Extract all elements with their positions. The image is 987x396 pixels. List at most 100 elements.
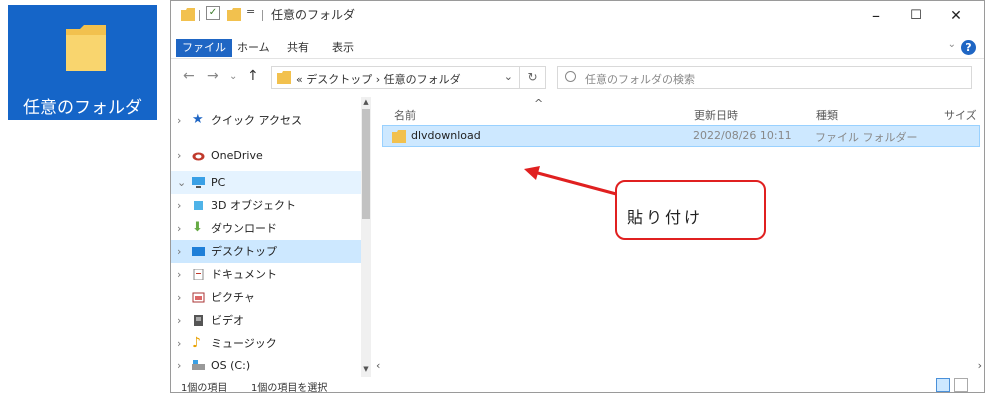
drive-icon [192,360,205,370]
chevron-down-icon[interactable]: ⌄ [177,171,186,194]
up-button[interactable]: ↑ [247,68,259,84]
nav-item-downloads[interactable]: › ⬇ ダウンロード [171,217,361,240]
nav-item-desktop[interactable]: › デスクトップ [171,240,361,263]
chevron-right-icon[interactable]: › [177,217,181,240]
separator [262,10,263,21]
annotation-arrow [524,166,621,197]
address-bar[interactable]: « デスクトップ › 任意のフォルダ ⌄ [271,66,520,89]
nav-item-3d-objects[interactable]: › 3D オブジェクト [171,194,361,217]
nav-item-videos[interactable]: › ビデオ [171,309,361,332]
column-header-name[interactable]: 名前 [394,107,416,123]
recent-locations-icon[interactable]: ⌄ [229,71,237,82]
chevron-right-icon[interactable]: › [177,240,181,263]
video-icon [194,315,203,326]
maximize-button[interactable]: ☐ [901,5,931,27]
music-icon: ♪ [192,335,201,351]
address-path: « デスクトップ › 任意のフォルダ [296,73,461,86]
scroll-left-icon[interactable]: ‹ [376,359,380,372]
back-button[interactable]: ← [183,68,195,84]
new-folder-icon[interactable] [227,8,241,21]
nav-item-label: OS (C:) [211,359,251,372]
nav-item-pc[interactable]: ⌄ PC [171,171,361,194]
quick-access-dropdown-icon[interactable]: = [246,5,255,18]
refresh-button[interactable]: ↻ [520,66,546,89]
pc-icon [192,177,205,188]
chevron-right-icon[interactable]: › [177,354,181,377]
nav-item-onedrive[interactable]: › OneDrive [171,144,361,167]
column-name-label: 名前 [394,109,416,122]
chevron-right-icon[interactable]: › [177,109,181,132]
nav-item-documents[interactable]: › ドキュメント [171,263,361,286]
nav-item-label: ピクチャ [211,291,255,304]
file-date: 2022/08/26 10:11 [693,129,792,142]
chevron-right-icon[interactable]: › [177,194,181,217]
window-title: 任意のフォルダ [271,8,356,22]
folder-icon [66,25,106,71]
3d-objects-icon [194,201,203,210]
close-button[interactable]: ✕ [941,5,971,27]
title-bar: ✓ = 任意のフォルダ – ☐ ✕ [171,1,984,35]
nav-item-label: デスクトップ [211,245,277,258]
scroll-down-icon[interactable]: ▼ [361,365,371,373]
scroll-up-icon[interactable]: ▲ [361,98,371,106]
nav-item-pictures[interactable]: › ピクチャ [171,286,361,309]
tab-home[interactable]: ホーム [231,39,276,57]
documents-icon [193,269,204,280]
nav-item-quick-access[interactable]: › ★ クイック アクセス [171,109,361,132]
nav-item-label: ビデオ [211,314,244,327]
minimize-button[interactable]: – [861,5,891,27]
nav-item-label: クイック アクセス [211,114,302,127]
forward-button[interactable]: → [207,68,219,84]
chevron-right-icon[interactable]: › [177,144,181,167]
nav-item-label: 3D オブジェクト [211,199,296,212]
search-icon [565,71,576,82]
pictures-icon [192,292,205,303]
folder-icon [392,130,406,143]
tab-view[interactable]: 表示 [326,39,360,57]
column-header-size[interactable]: サイズ [944,107,977,123]
nav-item-label: ダウンロード [211,222,277,235]
desktop-icon [192,247,205,256]
address-dropdown-icon[interactable]: ⌄ [504,70,513,83]
navigation-scrollbar[interactable]: ▲ ▼ [361,97,371,377]
search-placeholder: 任意のフォルダの検索 [585,73,695,86]
file-name: dlvdownload [411,129,481,142]
tab-file[interactable]: ファイル [176,39,232,57]
chevron-right-icon[interactable]: › [177,263,181,286]
properties-icon[interactable]: ✓ [206,6,220,20]
status-bar: 1個の項目 1個の項目を選択 [171,377,984,393]
download-icon: ⬇ [192,220,203,235]
list-item[interactable]: dlvdownload 2022/08/26 10:11 ファイル フォルダー [382,125,980,147]
details-view-button[interactable] [936,378,950,392]
nav-item-os-drive[interactable]: › OS (C:) [171,354,361,377]
sort-arrow-icon: ^ [534,97,544,110]
ribbon-tabs: ファイル ホーム 共有 表示 ⌄ ? [171,35,984,59]
nav-item-label: PC [211,176,226,189]
annotation-callout: 貼り付け [615,180,766,240]
large-icons-view-button[interactable] [954,378,968,392]
help-icon[interactable]: ? [961,40,976,55]
star-icon: ★ [192,112,204,127]
scroll-right-icon[interactable]: › [978,359,982,372]
chevron-right-icon[interactable]: › [177,309,181,332]
scrollbar-thumb[interactable] [362,109,370,219]
selected-count: 1個の項目を選択 [251,383,328,393]
chevron-right-icon[interactable]: › [177,332,181,355]
folder-icon [181,8,195,21]
tab-share[interactable]: 共有 [281,39,315,57]
ribbon-expand-icon[interactable]: ⌄ [948,39,956,50]
file-type: ファイル フォルダー [815,131,918,144]
annotation-text: 貼り付け [627,208,704,227]
chevron-right-icon[interactable]: › [177,286,181,309]
desktop-folder-icon-tile[interactable]: 任意のフォルダ [8,5,157,120]
column-header-type[interactable]: 種類 [816,107,838,123]
horizontal-scrollbar[interactable]: ‹ › [374,359,984,375]
nav-item-music[interactable]: › ♪ ミュージック [171,332,361,355]
nav-item-label: ミュージック [211,337,277,350]
nav-item-label: ドキュメント [211,268,277,281]
column-header-date[interactable]: 更新日時 [694,107,738,123]
search-input[interactable]: 任意のフォルダの検索 [557,66,972,89]
navigation-pane: › ★ クイック アクセス › OneDrive ⌄ PC › 3D オブジェク… [171,97,371,377]
address-row: ← → ⌄ ↑ « デスクトップ › 任意のフォルダ ⌄ ↻ 任意のフォルダの検… [171,59,984,97]
item-count: 1個の項目 [181,383,228,393]
